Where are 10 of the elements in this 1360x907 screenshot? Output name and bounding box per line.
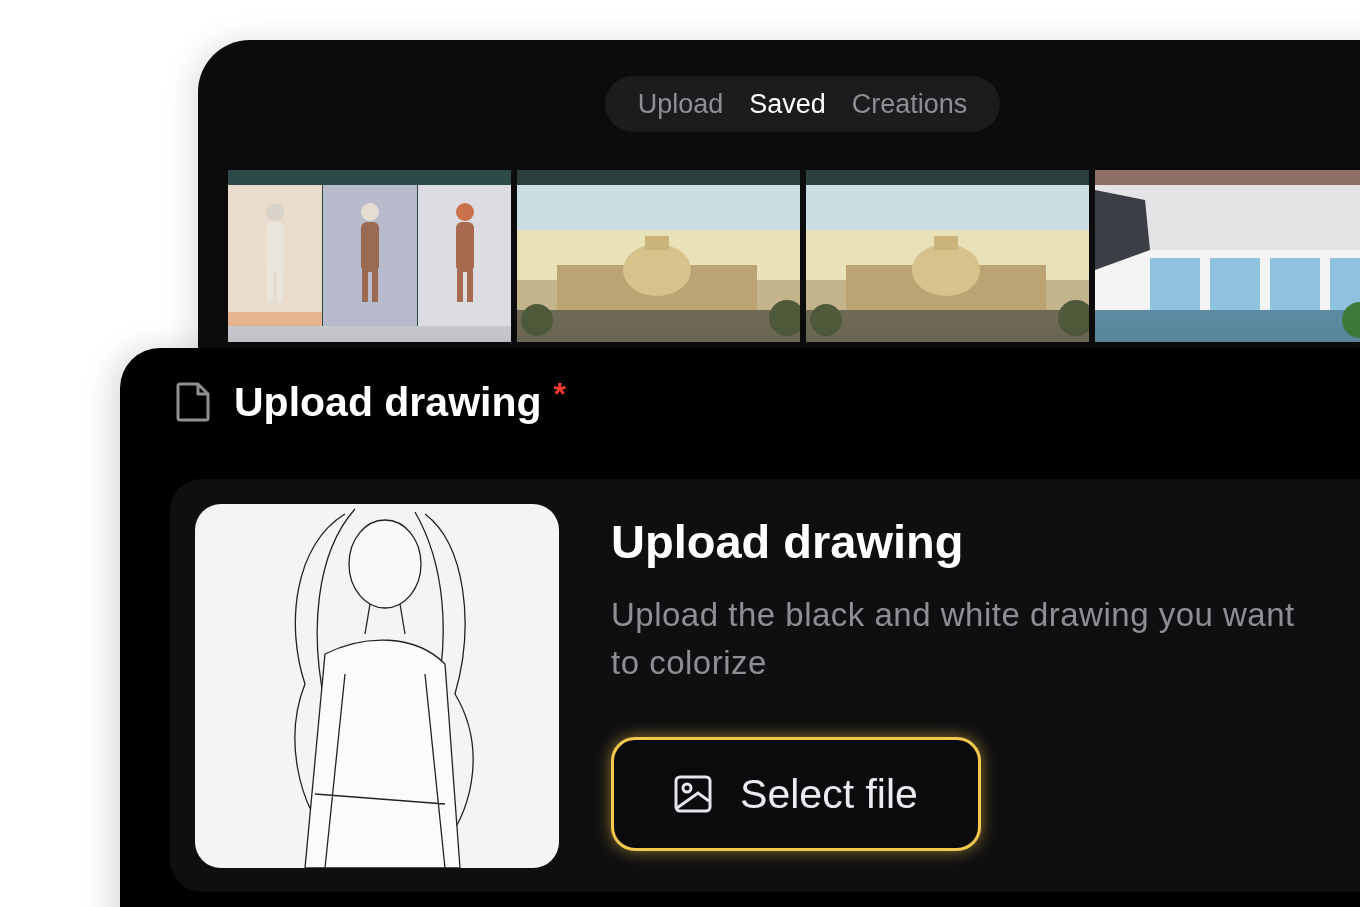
card-heading: Upload drawing xyxy=(611,514,965,569)
tab[interactable]: Upload xyxy=(637,88,724,120)
tab[interactable]: Creations xyxy=(851,88,968,120)
file-icon xyxy=(176,382,210,422)
section-title: Upload drawing xyxy=(234,378,542,426)
tab[interactable]: Saved xyxy=(749,88,826,120)
card-description: Upload the black and white drawing you want to colorize xyxy=(611,595,1296,683)
select-file-button[interactable]: Select file xyxy=(611,737,981,851)
required-mark: * xyxy=(553,376,566,413)
image-icon xyxy=(674,775,713,813)
